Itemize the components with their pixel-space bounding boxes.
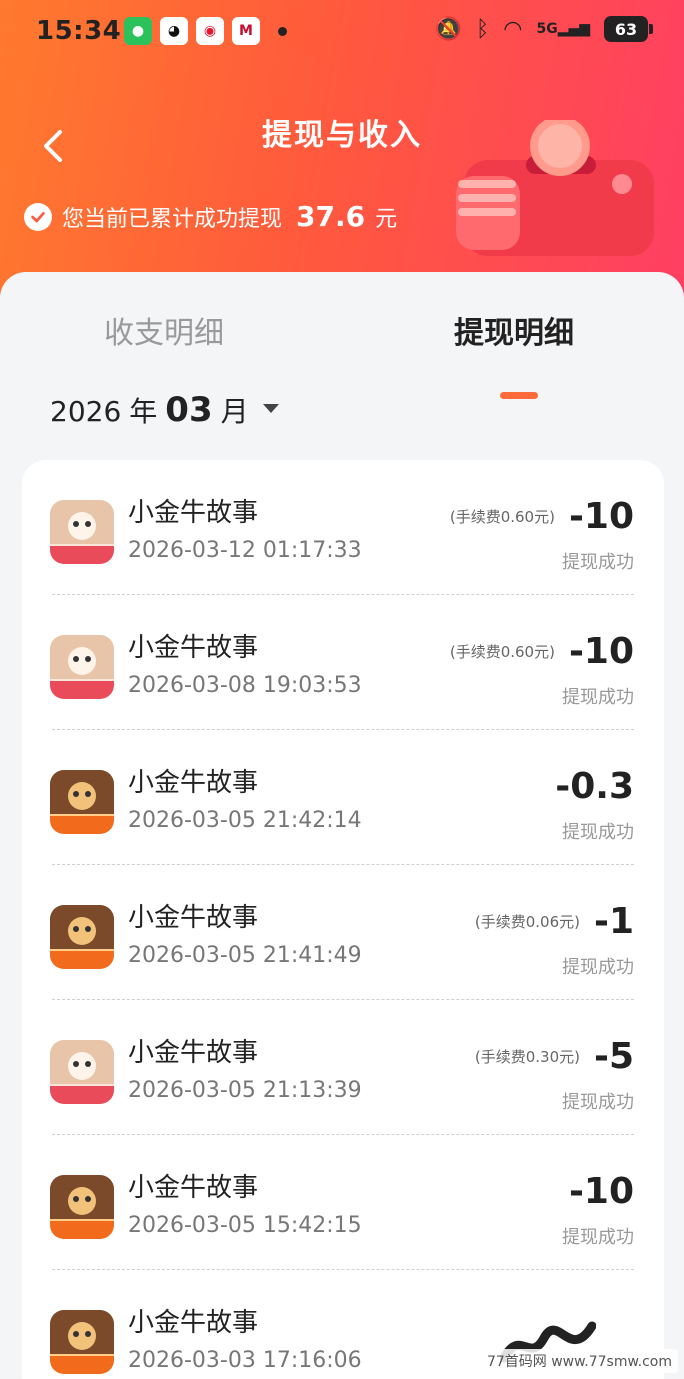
wifi-icon: ◠ <box>503 16 523 42</box>
record-row[interactable]: 小金牛故事 2026-03-05 21:13:39 (手续费0.30元) -5 … <box>22 1000 664 1135</box>
lingHongbao-app-icon <box>50 1175 114 1239</box>
record-amount: -10 <box>568 1171 634 1212</box>
record-fee: (手续费0.60元) <box>449 643 555 661</box>
record-amount-group: (手续费0.06元) -1 <box>475 901 634 942</box>
record-amount-group: (手续费0.60元) -10 <box>450 631 634 672</box>
battery-icon: 63 <box>604 16 653 42</box>
record-amount-group: -0.3 <box>541 766 634 807</box>
record-datetime: 2026-03-05 21:13:39 <box>128 1078 362 1103</box>
record-status: 提现成功 <box>562 822 634 843</box>
summary-amount: 37.6 <box>296 200 366 233</box>
content-panel: 收支明细 提现明细 2026 年 03 月 小金牛故事 2026-03-12 0… <box>0 272 684 1379</box>
month-picker-month-unit: 月 <box>220 395 249 428</box>
record-name: 小金牛故事 <box>128 1173 259 1203</box>
record-amount: -0.3 <box>555 766 634 807</box>
lingHongbao-app-icon <box>50 1310 114 1374</box>
month-picker[interactable]: 2026 年 03 月 <box>50 390 279 430</box>
record-row[interactable]: 小金牛故事 2026-03-12 01:17:33 (手续费0.60元) -10… <box>22 460 664 595</box>
record-row[interactable]: 小金牛故事 2026-03-05 21:41:49 (手续费0.06元) -1 … <box>22 865 664 1000</box>
check-circle-icon <box>24 202 52 231</box>
header-banner: 15:34 ● ◕ ◉ M 🔕 ᛒ ◠ 5G▂▄▆ 63 提现与收入 您当前已累… <box>0 0 684 300</box>
tab-income-expense[interactable]: 收支明细 <box>104 308 224 352</box>
red-envelope-app-icon <box>50 1040 114 1104</box>
cellular-icon: 5G▂▄▆ <box>536 21 590 37</box>
mute-icon: 🔕 <box>434 16 463 42</box>
record-datetime: 2026-03-03 17:16:06 <box>128 1348 362 1373</box>
tab-withdraw-details[interactable]: 提现明细 <box>454 308 574 352</box>
caret-down-icon <box>262 404 279 413</box>
record-status: 提现成功 <box>562 1227 634 1248</box>
site-watermark: 77首码网 www.77smw.com <box>480 1349 678 1373</box>
record-row[interactable]: 小金牛故事 2026-03-05 21:42:14 -0.3 提现成功 <box>22 730 664 865</box>
record-datetime: 2026-03-05 15:42:15 <box>128 1213 362 1238</box>
record-datetime: 2026-03-05 21:42:14 <box>128 808 362 833</box>
record-amount-group: (手续费0.60元) -10 <box>450 496 634 537</box>
record-amount: -10 <box>568 496 634 537</box>
battery-level: 63 <box>614 19 638 39</box>
bluetooth-icon: ᛒ <box>476 16 490 42</box>
record-fee: (手续费0.30元) <box>474 1048 580 1066</box>
record-amount: -1 <box>594 901 634 942</box>
record-name: 小金牛故事 <box>128 498 259 528</box>
notification-icons: ● ◕ ◉ M <box>124 17 287 45</box>
month-picker-month: 03 <box>165 390 213 430</box>
weibo-icon: ◉ <box>196 17 224 45</box>
wechat-icon: ● <box>124 17 152 45</box>
summary-text: 您当前已累计成功提现 <box>62 206 283 232</box>
month-picker-year-unit: 年 <box>129 395 158 428</box>
withdraw-records-list: 小金牛故事 2026-03-12 01:17:33 (手续费0.60元) -10… <box>22 460 664 1379</box>
bank-app-icon: M <box>232 17 260 45</box>
record-name: 小金牛故事 <box>128 633 259 663</box>
red-envelope-app-icon <box>50 635 114 699</box>
status-time: 15:34 <box>36 16 122 46</box>
system-icons: 🔕 ᛒ ◠ 5G▂▄▆ 63 <box>434 16 653 42</box>
withdraw-summary: 您当前已累计成功提现 37.6 元 <box>24 200 397 233</box>
record-status: 提现成功 <box>562 687 634 708</box>
lingHongbao-app-icon <box>50 770 114 834</box>
record-name: 小金牛故事 <box>128 1038 259 1068</box>
record-datetime: 2026-03-12 01:17:33 <box>128 538 362 563</box>
lingHongbao-app-icon <box>50 905 114 969</box>
record-status: 提现成功 <box>562 1092 634 1113</box>
record-fee: (手续费0.06元) <box>474 913 580 931</box>
status-bar: 15:34 ● ◕ ◉ M 🔕 ᛒ ◠ 5G▂▄▆ 63 <box>0 0 684 64</box>
active-tab-indicator <box>500 392 538 399</box>
record-name: 小金牛故事 <box>128 903 259 933</box>
qq-icon: ◕ <box>160 17 188 45</box>
record-datetime: 2026-03-08 19:03:53 <box>128 673 362 698</box>
network-type-label: 5G <box>536 21 558 37</box>
wallet-illustration <box>456 120 654 256</box>
record-name: 小金牛故事 <box>128 768 259 798</box>
more-notifications-dot <box>278 26 287 36</box>
record-amount-group: (手续费0.30元) -5 <box>475 1036 634 1077</box>
record-amount: -10 <box>568 631 634 672</box>
record-datetime: 2026-03-05 21:41:49 <box>128 943 362 968</box>
record-fee: (手续费0.60元) <box>449 508 555 526</box>
record-amount-group: -10 <box>555 1171 634 1212</box>
summary-unit: 元 <box>375 206 398 232</box>
tab-bar: 收支明细 提现明细 <box>0 308 684 399</box>
record-status: 提现成功 <box>562 957 634 978</box>
record-status: 提现成功 <box>562 552 634 573</box>
record-row[interactable]: 小金牛故事 2026-03-08 19:03:53 (手续费0.60元) -10… <box>22 595 664 730</box>
red-envelope-app-icon <box>50 500 114 564</box>
record-row[interactable]: 小金牛故事 2026-03-05 15:42:15 -10 提现成功 <box>22 1135 664 1270</box>
record-amount: -5 <box>594 1036 634 1077</box>
record-name: 小金牛故事 <box>128 1308 259 1338</box>
month-picker-year: 2026 <box>50 395 122 428</box>
